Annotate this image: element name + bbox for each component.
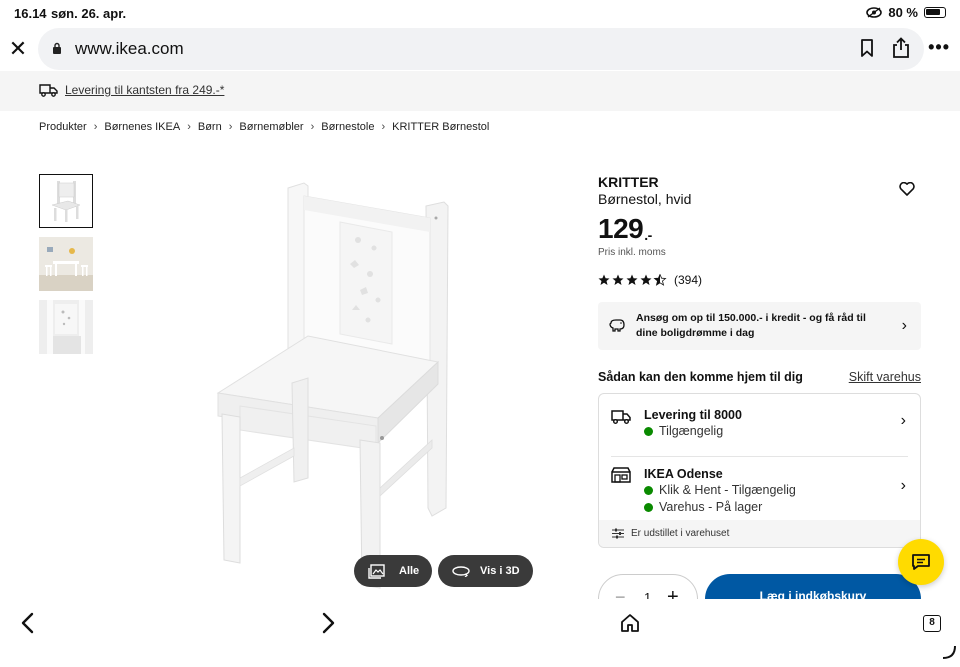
display-info-footer: Er udstillet i varehuset <box>599 520 920 547</box>
chevron-right-icon: › <box>900 412 906 429</box>
more-menu-icon[interactable]: ••• <box>928 37 950 58</box>
home-delivery-status-text: Tilgængelig <box>659 424 724 438</box>
browser-toolbar: ✕ www.ikea.com ••• <box>0 28 960 70</box>
chevron-right-icon: › <box>93 121 98 133</box>
price-value: 129 <box>598 213 644 244</box>
chevron-right-icon: › <box>381 121 386 133</box>
delivery-section-header: Sådan kan den komme hjem til dig Skift v… <box>598 370 921 384</box>
image-thumbnails <box>39 174 93 363</box>
store-stock: Varehus - På lager <box>644 500 762 514</box>
gallery-icon <box>368 563 385 579</box>
available-dot-icon <box>644 502 653 512</box>
chat-icon <box>912 554 930 570</box>
status-time: 16.14 <box>14 6 47 21</box>
chevron-right-icon: › <box>310 121 315 133</box>
available-dot-icon <box>644 485 653 495</box>
view-3d-button[interactable]: Vis i 3D <box>438 555 533 587</box>
store-click-collect: Klik & Hent - Tilgængelig <box>644 483 796 497</box>
chevron-right-icon: › <box>900 477 906 494</box>
breadcrumb-item[interactable]: Produkter <box>39 121 87 133</box>
lock-icon <box>53 42 61 54</box>
product-description: Børnestol, hvid <box>598 191 692 207</box>
status-right: 80 % <box>866 5 946 20</box>
truck-icon <box>39 84 58 97</box>
truck-icon <box>611 410 631 424</box>
view-all-images-button[interactable]: Alle <box>354 555 432 587</box>
rotate-3d-icon <box>452 566 470 577</box>
product-price: 129.- <box>598 213 921 245</box>
available-dot-icon <box>644 426 653 436</box>
battery-icon <box>924 7 946 18</box>
url-text: www.ikea.com <box>75 39 184 58</box>
breadcrumb-item[interactable]: Børnemøbler <box>239 121 303 133</box>
thumbnail-chair-front[interactable] <box>39 174 93 228</box>
close-icon[interactable]: ✕ <box>8 36 28 62</box>
forward-arrow-icon[interactable] <box>320 612 336 634</box>
chevron-right-icon: › <box>228 121 233 133</box>
chat-button[interactable] <box>898 539 944 585</box>
status-date: søn. 26. apr. <box>51 6 127 21</box>
breadcrumb-item[interactable]: Børnenes IKEA <box>104 121 180 133</box>
focus-eye-icon <box>866 7 883 18</box>
product-rating[interactable]: (394) <box>598 273 921 287</box>
delivery-heading: Sådan kan den komme hjem til dig <box>598 370 803 384</box>
product-info: KRITTER Børnestol, hvid 129.- Pris inkl.… <box>598 174 921 287</box>
breadcrumb-item[interactable]: Børn <box>198 121 222 133</box>
thumbnail-chair-detail[interactable] <box>39 300 93 354</box>
battery-percent: 80 % <box>888 5 918 20</box>
chevron-right-icon: › <box>187 121 191 133</box>
sliders-icon <box>612 528 624 539</box>
store-availability-row[interactable]: IKEA Odense Klik & Hent - Tilgængelig Va… <box>611 456 908 516</box>
back-arrow-icon[interactable] <box>20 612 36 634</box>
review-count: (394) <box>674 273 703 287</box>
favorite-heart-icon[interactable] <box>899 182 915 196</box>
home-delivery-status: Tilgængelig <box>644 424 723 438</box>
promo-link[interactable]: Levering til kantsten fra 249.-* <box>65 83 224 97</box>
address-bar[interactable]: www.ikea.com <box>38 28 924 70</box>
change-store-link[interactable]: Skift varehus <box>849 370 921 384</box>
chevron-right-icon: › <box>901 317 907 334</box>
price-suffix: .- <box>644 227 652 243</box>
credit-offer-text: Ansøg om op til 150.000.- i kredit - og … <box>636 312 866 339</box>
breadcrumb-item[interactable]: Børnestole <box>321 121 374 133</box>
home-icon[interactable] <box>620 613 640 633</box>
resize-handle-icon <box>942 645 956 659</box>
view-all-label: Alle <box>399 565 420 577</box>
bookmark-icon[interactable] <box>860 39 874 57</box>
star-rating-icon <box>598 274 667 286</box>
home-delivery-row[interactable]: Levering til 8000 Tilgængelig › <box>599 404 920 450</box>
product-name: KRITTER <box>598 174 659 190</box>
store-title: IKEA Odense <box>644 467 723 481</box>
browser-bottom-bar: 8 <box>0 599 960 667</box>
view-3d-label: Vis i 3D <box>480 565 520 577</box>
product-image-chair[interactable] <box>200 178 470 593</box>
share-icon[interactable] <box>892 37 910 59</box>
display-info-text: Er udstillet i varehuset <box>631 528 730 539</box>
breadcrumb-current: KRITTER Børnestol <box>392 121 490 133</box>
home-delivery-title: Levering til 8000 <box>644 408 742 422</box>
piggy-bank-icon <box>609 319 625 332</box>
price-note: Pris inkl. moms <box>598 247 666 258</box>
credit-offer-banner[interactable]: Ansøg om op til 150.000.- i kredit - og … <box>598 302 921 350</box>
status-bar: 16.14 søn. 26. apr. 80 % <box>0 0 960 26</box>
tab-switcher-button[interactable]: 8 <box>923 615 941 632</box>
delivery-promo-banner: Levering til kantsten fra 249.-* <box>0 71 960 111</box>
thumbnail-room-scene[interactable] <box>39 237 93 291</box>
store-line1-text: Klik & Hent - Tilgængelig <box>659 483 796 497</box>
store-line2-text: Varehus - På lager <box>659 500 763 514</box>
store-icon <box>611 467 631 483</box>
availability-card: Levering til 8000 Tilgængelig › IKEA Ode… <box>598 393 921 548</box>
breadcrumb: Produkter › Børnenes IKEA › Børn › Børnemøb… <box>39 121 489 133</box>
